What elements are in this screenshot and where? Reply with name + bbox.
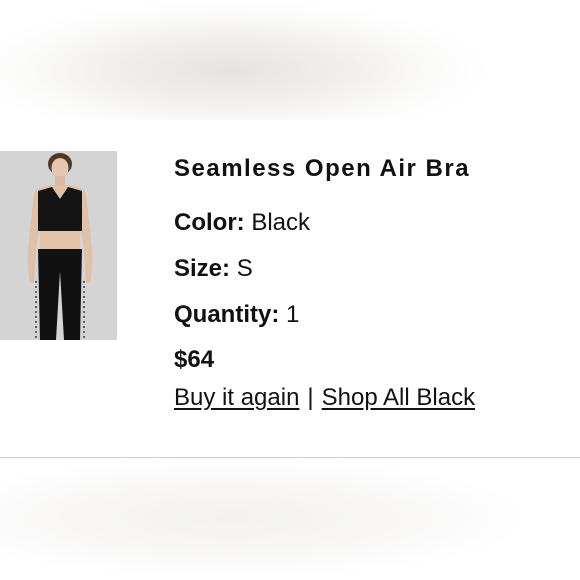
product-title[interactable]: Seamless Open Air Bra	[174, 155, 470, 183]
quantity-label: Quantity:	[174, 301, 280, 328]
order-item-page: Seamless Open Air Bra Color: Black Size:…	[0, 0, 580, 580]
item-actions: Buy it again | Shop All Black	[174, 384, 475, 412]
link-separator: |	[307, 384, 314, 411]
blurred-background-top	[0, 0, 580, 120]
quantity-value: 1	[286, 301, 300, 328]
model-photo-illustration	[0, 151, 117, 340]
shop-all-black-link[interactable]: Shop All Black	[322, 384, 475, 411]
order-item-card: Seamless Open Air Bra Color: Black Size:…	[0, 120, 580, 457]
price: $64	[174, 346, 215, 373]
size-detail: Size: S	[174, 255, 253, 283]
blurred-background-bottom	[0, 458, 580, 580]
size-value: S	[236, 255, 253, 282]
quantity-detail: Quantity: 1	[174, 301, 299, 329]
product-image[interactable]	[0, 151, 117, 340]
color-detail: Color: Black	[174, 209, 310, 237]
buy-it-again-link[interactable]: Buy it again	[174, 384, 299, 411]
color-label: Color:	[174, 209, 245, 236]
size-label: Size:	[174, 255, 231, 282]
color-value: Black	[251, 209, 311, 236]
